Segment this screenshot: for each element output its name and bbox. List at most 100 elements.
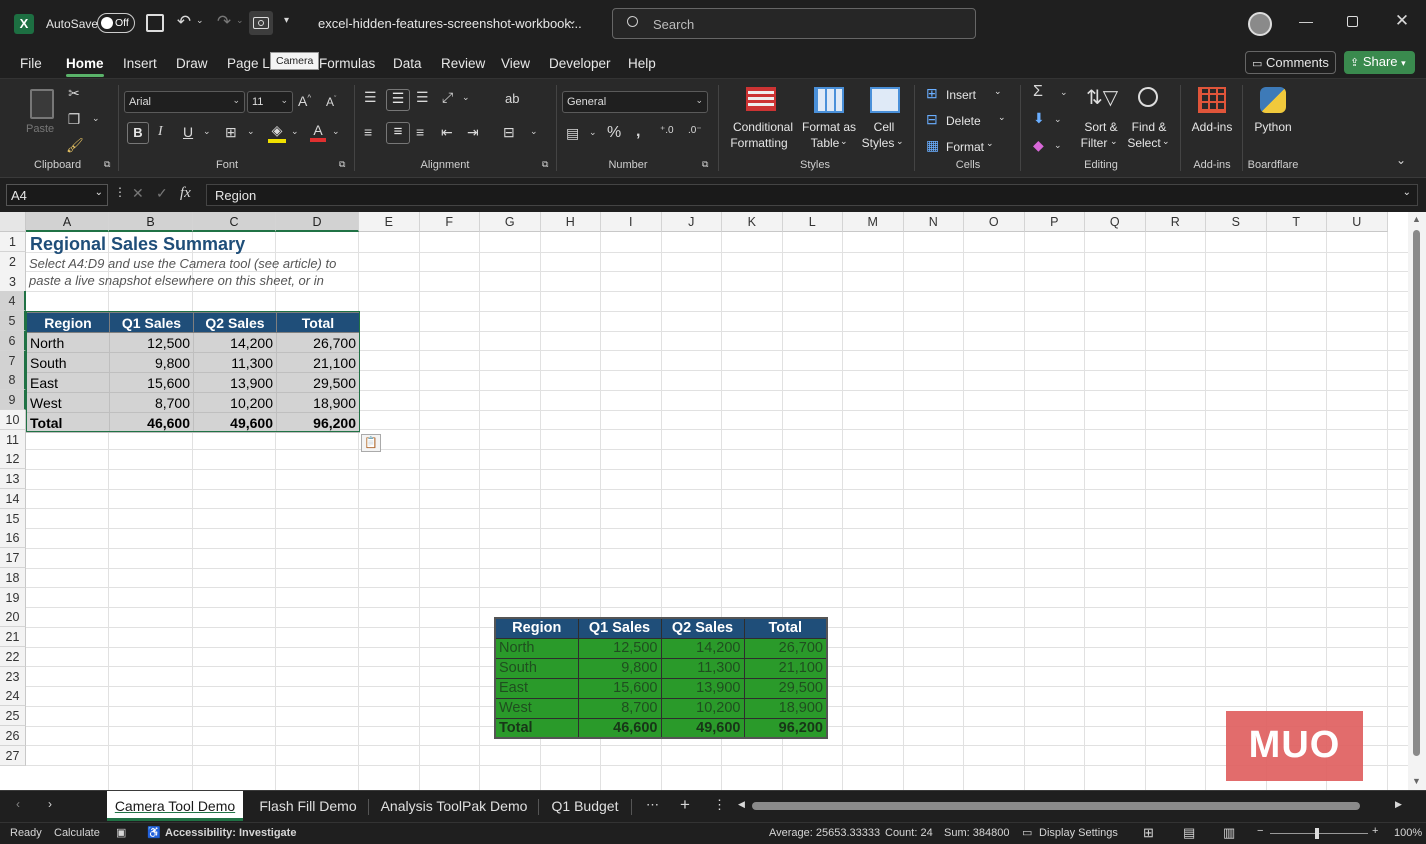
column-header-d[interactable]: D	[276, 212, 359, 232]
vertical-scroll-thumb[interactable]	[1413, 230, 1420, 756]
cell[interactable]: 11,300	[193, 352, 277, 373]
paste-options-icon[interactable]: 📋	[361, 434, 381, 452]
cut-icon[interactable]: ✂	[66, 85, 82, 102]
bold-button[interactable]: B	[127, 122, 149, 144]
vertical-scrollbar[interactable]: ▲ ▼	[1408, 212, 1426, 790]
cell[interactable]: West	[26, 392, 110, 413]
row-header-4[interactable]: 4	[0, 291, 26, 312]
scroll-up-icon[interactable]: ▲	[1412, 214, 1421, 224]
font-launcher-icon[interactable]: ⧉	[339, 159, 345, 170]
cell[interactable]: 29,500	[276, 372, 360, 393]
column-header-m[interactable]: M	[843, 212, 904, 232]
cell-styles-button[interactable]: Cell Styles ⌄	[860, 85, 908, 151]
orientation-dropdown-icon[interactable]: ⌄	[462, 92, 470, 103]
camera-button[interactable]	[249, 11, 273, 35]
row-header-13[interactable]: 13	[0, 469, 26, 489]
header-q1[interactable]: Q1 Sales	[109, 312, 194, 333]
cell[interactable]: 21,100	[276, 352, 360, 373]
camera-snapshot-picture[interactable]: Region Q1 Sales Q2 Sales Total North 12,5…	[494, 617, 828, 739]
align-top-icon[interactable]: ☰	[364, 89, 377, 106]
status-accessibility[interactable]: Accessibility: Investigate	[165, 827, 296, 839]
confirm-entry-icon[interactable]: ✓	[156, 185, 168, 202]
normal-view-icon[interactable]: ⊞	[1143, 825, 1154, 841]
cell[interactable]: 14,200	[193, 332, 277, 353]
share-button[interactable]: ⇪ Share ▾	[1344, 51, 1415, 74]
merge-center-icon[interactable]: ⊟	[503, 124, 515, 141]
align-left-icon[interactable]: ≡	[364, 124, 372, 140]
sheet-title[interactable]: Regional Sales Summary	[30, 234, 245, 255]
header-region[interactable]: Region	[26, 312, 110, 333]
cell[interactable]: 12,500	[109, 332, 194, 353]
row-header-3[interactable]: 3	[0, 271, 26, 292]
customize-qat-icon[interactable]: ▾	[284, 15, 289, 26]
status-sum[interactable]: Sum: 384800	[944, 827, 1009, 839]
fill-color-dropdown-icon[interactable]: ⌄	[291, 126, 299, 137]
menu-formulas[interactable]: Formulas	[319, 56, 375, 71]
row-header-25[interactable]: 25	[0, 706, 26, 726]
borders-dropdown-icon[interactable]: ⌄	[247, 126, 255, 137]
accounting-dropdown-icon[interactable]: ⌄	[589, 127, 597, 138]
cell[interactable]: 9,800	[109, 352, 194, 373]
row-header-20[interactable]: 20	[0, 607, 26, 628]
hscroll-right-icon[interactable]: ▶	[1395, 799, 1402, 810]
comments-button[interactable]: ▭ Comments	[1245, 51, 1336, 74]
column-header-o[interactable]: O	[964, 212, 1025, 232]
underline-button[interactable]: U	[183, 124, 193, 140]
align-bottom-icon[interactable]: ☰	[416, 89, 429, 106]
sheet-note-line1[interactable]: Select A4:D9 and use the Camera tool (se…	[29, 256, 336, 271]
minimize-icon[interactable]: —	[1298, 13, 1314, 29]
sort-filter-button[interactable]: ⇅▽ Sort & Filter ⌄	[1078, 85, 1124, 151]
row-header-23[interactable]: 23	[0, 666, 26, 687]
increase-indent-icon[interactable]: ⇥	[467, 124, 479, 141]
cell[interactable]: 15,600	[109, 372, 194, 393]
more-sheets-icon[interactable]: ⋯	[646, 797, 659, 813]
cell[interactable]: 46,600	[109, 412, 194, 433]
formula-input[interactable]: Region ⌄	[206, 184, 1418, 206]
column-header-b[interactable]: B	[109, 212, 193, 232]
sheet-tab-q1-budget[interactable]: Q1 Budget	[542, 791, 628, 821]
row-header-18[interactable]: 18	[0, 567, 26, 588]
column-header-r[interactable]: R	[1145, 212, 1206, 232]
row-header-24[interactable]: 24	[0, 686, 26, 707]
copy-dropdown-icon[interactable]: ⌄	[92, 113, 100, 124]
cell[interactable]: 96,200	[276, 412, 360, 433]
column-header-k[interactable]: K	[722, 212, 783, 232]
column-header-p[interactable]: P	[1024, 212, 1085, 232]
font-color-dropdown-icon[interactable]: ⌄	[332, 126, 340, 137]
zoom-level[interactable]: 100%	[1394, 827, 1422, 839]
column-header-i[interactable]: I	[601, 212, 662, 232]
tabs-options-icon[interactable]: ⋮	[713, 797, 726, 813]
select-all-corner[interactable]	[0, 212, 26, 232]
row-header-15[interactable]: 15	[0, 508, 26, 529]
autosum-icon[interactable]: Σ	[1033, 83, 1043, 101]
row-header-26[interactable]: 26	[0, 725, 26, 746]
status-calculate[interactable]: Calculate	[54, 827, 100, 839]
formula-more-icon[interactable]: ⋮	[114, 185, 126, 199]
undo-icon[interactable]: ↶	[174, 12, 194, 32]
increase-decimal-icon[interactable]: ⁺.0	[660, 125, 674, 136]
zoom-out-icon[interactable]: −	[1257, 825, 1263, 837]
display-settings[interactable]: Display Settings	[1039, 827, 1118, 839]
next-sheet-icon[interactable]: ›	[48, 797, 52, 811]
sheet-tab-analysis-toolpak-demo[interactable]: Analysis ToolPak Demo	[372, 791, 536, 821]
source-table[interactable]: Region Q1 Sales Q2 Sales Total North 12,5…	[26, 312, 360, 433]
cell[interactable]: 18,900	[276, 392, 360, 413]
zoom-slider[interactable]	[1270, 828, 1368, 839]
display-settings-icon[interactable]: ▭	[1022, 826, 1032, 839]
format-as-table-button[interactable]: Format as Table ⌄	[800, 85, 858, 151]
column-header-q[interactable]: Q	[1085, 212, 1146, 232]
row-header-8[interactable]: 8	[0, 370, 26, 391]
conditional-formatting-button[interactable]: Conditional Formatting	[728, 85, 796, 151]
cell[interactable]: North	[26, 332, 110, 353]
undo-dropdown-icon[interactable]: ⌄	[196, 15, 204, 26]
column-header-h[interactable]: H	[540, 212, 601, 232]
row-header-6[interactable]: 6	[0, 330, 26, 351]
fill-icon[interactable]: ⬇	[1033, 110, 1045, 127]
avatar[interactable]	[1248, 12, 1272, 36]
sheet-note-line2[interactable]: paste a live snapshot elsewhere on this …	[29, 273, 324, 288]
cell[interactable]: South	[26, 352, 110, 373]
menu-data[interactable]: Data	[393, 56, 422, 71]
cell[interactable]: Total	[26, 412, 110, 433]
align-right-icon[interactable]: ≡	[416, 124, 424, 140]
comma-style-icon[interactable]: ,	[636, 123, 640, 141]
